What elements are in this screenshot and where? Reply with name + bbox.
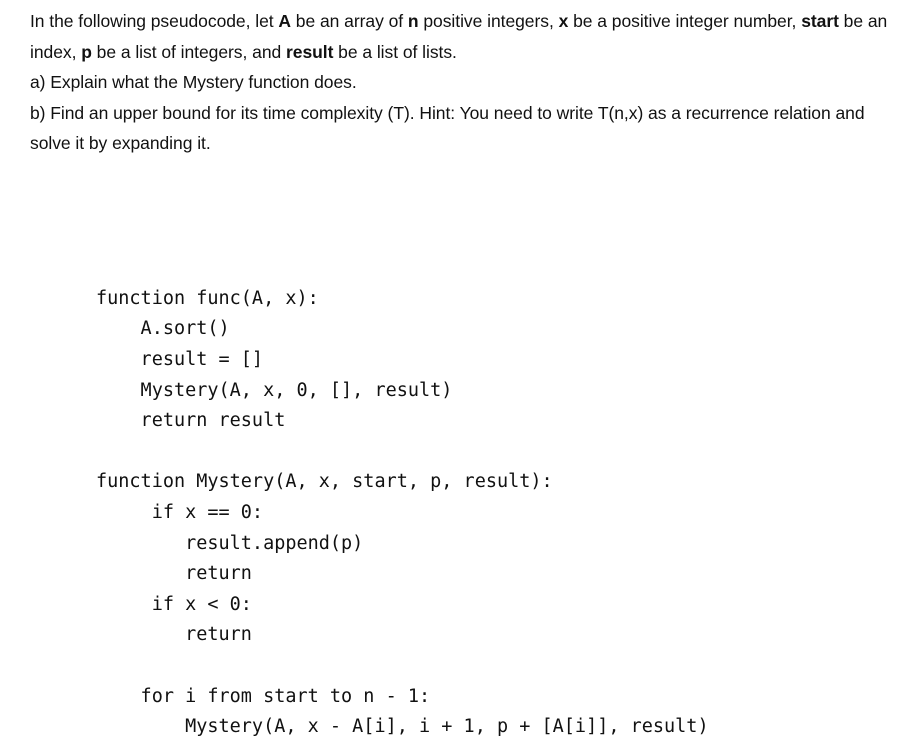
code-line: A.sort() (96, 318, 230, 340)
intro-text-run: In the following pseudocode, let (30, 11, 279, 31)
code-line: return result (96, 410, 286, 432)
intro-text-run: be a list of lists. (333, 41, 457, 62)
intro-term-bold: p (81, 41, 92, 62)
intro-paragraph: In the following pseudocode, let A be an… (30, 6, 896, 67)
code-line: result = [] (96, 348, 264, 370)
code-line: return (96, 624, 252, 646)
code-line: function Mystery(A, x, start, p, result)… (96, 471, 553, 493)
question-a-line: a) Explain what the Mystery function doe… (30, 67, 896, 98)
question-prose: In the following pseudocode, let A be an… (30, 6, 896, 159)
intro-text-run: be an array of (290, 11, 408, 31)
code-line: function func(A, x): (96, 287, 319, 309)
code-line: result.append(p) (96, 532, 364, 554)
intro-paragraph-text: In the following pseudocode, let A be an… (30, 11, 887, 62)
code-line: return (96, 563, 252, 585)
code-line: for i from start to n - 1: (96, 685, 431, 707)
intro-text-run: be a list of integers, and (91, 41, 286, 62)
intro-term-bold: result (286, 41, 334, 62)
intro-term-bold: n (407, 11, 419, 31)
code-line: if x == 0: (96, 501, 264, 523)
pseudocode-block: function func(A, x): A.sort() result = [… (96, 192, 709, 743)
question-b-text: b) Find an upper bound for its time comp… (30, 102, 865, 154)
document-page: In the following pseudocode, let A be an… (0, 0, 918, 737)
question-b-line: b) Find an upper bound for its time comp… (30, 98, 896, 159)
intro-term-bold: x (558, 11, 569, 31)
intro-term-bold: A (278, 11, 291, 31)
intro-term-bold: start (801, 11, 839, 31)
code-line: Mystery(A, x - A[i], i + 1, p + [A[i]], … (96, 716, 709, 738)
question-a-text: a) Explain what the Mystery function doe… (30, 72, 357, 92)
intro-text-run: positive integers, (418, 11, 559, 31)
code-line: if x < 0: (96, 593, 252, 615)
intro-text-run: be a positive integer number, (568, 11, 802, 31)
code-line: Mystery(A, x, 0, [], result) (96, 379, 453, 401)
